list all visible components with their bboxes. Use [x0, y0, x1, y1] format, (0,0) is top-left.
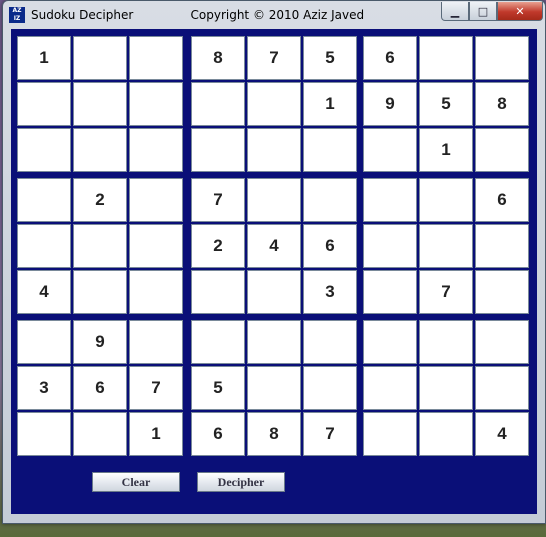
sudoku-cell[interactable] [17, 412, 71, 456]
sudoku-cell[interactable] [73, 36, 127, 80]
minimize-icon: ▁ [450, 4, 460, 18]
sudoku-cell[interactable] [419, 320, 473, 364]
sudoku-cell[interactable]: 5 [419, 82, 473, 126]
sudoku-cell[interactable] [17, 224, 71, 268]
sudoku-cell[interactable]: 9 [73, 320, 127, 364]
sudoku-cell[interactable] [17, 128, 71, 172]
sudoku-cell[interactable]: 7 [419, 270, 473, 314]
sudoku-cell[interactable] [475, 128, 529, 172]
sudoku-cell[interactable] [247, 366, 301, 410]
sudoku-cell[interactable] [303, 178, 357, 222]
client-area: 18756195812762464379367516874 Clear Deci… [11, 29, 537, 514]
sudoku-cell[interactable] [419, 366, 473, 410]
sudoku-cell[interactable]: 2 [191, 224, 245, 268]
sudoku-cell[interactable] [247, 320, 301, 364]
sudoku-cell[interactable] [363, 178, 417, 222]
caption-buttons: ▁ □ ✕ [441, 2, 543, 21]
sudoku-cell[interactable] [363, 320, 417, 364]
app-window: AZ IZ Sudoku Decipher Copyright © 2010 Az… [2, 0, 546, 524]
sudoku-cell[interactable] [129, 320, 183, 364]
sudoku-cell[interactable]: 7 [303, 412, 357, 456]
sudoku-cell[interactable] [419, 224, 473, 268]
sudoku-cell[interactable]: 1 [17, 36, 71, 80]
sudoku-cell[interactable]: 6 [363, 36, 417, 80]
window-title: Sudoku Decipher Copyright © 2010 Aziz Ja… [31, 8, 365, 22]
sudoku-cell[interactable] [247, 82, 301, 126]
sudoku-cell[interactable]: 6 [191, 412, 245, 456]
minimize-button[interactable]: ▁ [441, 2, 469, 21]
decipher-button[interactable]: Decipher [197, 472, 285, 492]
sudoku-cell[interactable] [419, 36, 473, 80]
sudoku-cell[interactable] [17, 178, 71, 222]
sudoku-cell[interactable]: 9 [363, 82, 417, 126]
sudoku-cell[interactable] [303, 366, 357, 410]
sudoku-cell[interactable] [129, 270, 183, 314]
sudoku-cell[interactable] [475, 320, 529, 364]
sudoku-cell[interactable] [129, 224, 183, 268]
sudoku-cell[interactable]: 1 [129, 412, 183, 456]
sudoku-cell[interactable]: 4 [247, 224, 301, 268]
sudoku-cell[interactable]: 5 [303, 36, 357, 80]
sudoku-cell[interactable]: 4 [17, 270, 71, 314]
sudoku-cell[interactable] [475, 366, 529, 410]
sudoku-cell[interactable] [191, 128, 245, 172]
maximize-button[interactable]: □ [469, 2, 497, 21]
sudoku-cell[interactable]: 6 [73, 366, 127, 410]
sudoku-cell[interactable]: 2 [73, 178, 127, 222]
sudoku-cell[interactable] [363, 412, 417, 456]
sudoku-cell[interactable] [129, 82, 183, 126]
sudoku-cell[interactable] [363, 270, 417, 314]
sudoku-cell[interactable] [73, 82, 127, 126]
maximize-icon: □ [477, 4, 489, 18]
sudoku-cell[interactable]: 5 [191, 366, 245, 410]
sudoku-cell[interactable] [191, 320, 245, 364]
sudoku-cell[interactable]: 8 [475, 82, 529, 126]
sudoku-cell[interactable] [363, 366, 417, 410]
sudoku-cell[interactable]: 8 [191, 36, 245, 80]
sudoku-cell[interactable]: 7 [129, 366, 183, 410]
sudoku-cell[interactable]: 4 [475, 412, 529, 456]
title-bar[interactable]: AZ IZ Sudoku Decipher Copyright © 2010 Az… [3, 1, 545, 29]
sudoku-cell[interactable] [363, 224, 417, 268]
sudoku-cell[interactable] [129, 128, 183, 172]
sudoku-cell[interactable] [419, 412, 473, 456]
sudoku-cell[interactable]: 8 [247, 412, 301, 456]
sudoku-cell[interactable]: 7 [247, 36, 301, 80]
sudoku-cell[interactable] [475, 36, 529, 80]
sudoku-cell[interactable] [191, 82, 245, 126]
sudoku-cell[interactable]: 6 [303, 224, 357, 268]
close-icon: ✕ [515, 4, 525, 18]
sudoku-cell[interactable] [17, 320, 71, 364]
sudoku-cell[interactable] [17, 82, 71, 126]
sudoku-cell[interactable] [475, 270, 529, 314]
sudoku-cell[interactable] [129, 178, 183, 222]
sudoku-cell[interactable] [73, 270, 127, 314]
app-icon: AZ IZ [9, 7, 25, 23]
sudoku-cell[interactable] [363, 128, 417, 172]
sudoku-cell[interactable] [73, 224, 127, 268]
sudoku-cell[interactable] [419, 178, 473, 222]
sudoku-cell[interactable] [475, 224, 529, 268]
sudoku-cell[interactable]: 1 [303, 82, 357, 126]
sudoku-cell[interactable] [191, 270, 245, 314]
sudoku-cell[interactable]: 3 [17, 366, 71, 410]
sudoku-cell[interactable] [247, 178, 301, 222]
sudoku-cell[interactable]: 3 [303, 270, 357, 314]
sudoku-cell[interactable] [303, 128, 357, 172]
sudoku-cell[interactable] [247, 270, 301, 314]
close-button[interactable]: ✕ [497, 2, 543, 21]
sudoku-cell[interactable]: 1 [419, 128, 473, 172]
sudoku-cell[interactable]: 7 [191, 178, 245, 222]
sudoku-cell[interactable] [303, 320, 357, 364]
sudoku-cell[interactable] [73, 128, 127, 172]
clear-button[interactable]: Clear [92, 472, 180, 492]
sudoku-cell[interactable] [73, 412, 127, 456]
sudoku-cell[interactable] [247, 128, 301, 172]
sudoku-cell[interactable]: 6 [475, 178, 529, 222]
sudoku-cell[interactable] [129, 36, 183, 80]
